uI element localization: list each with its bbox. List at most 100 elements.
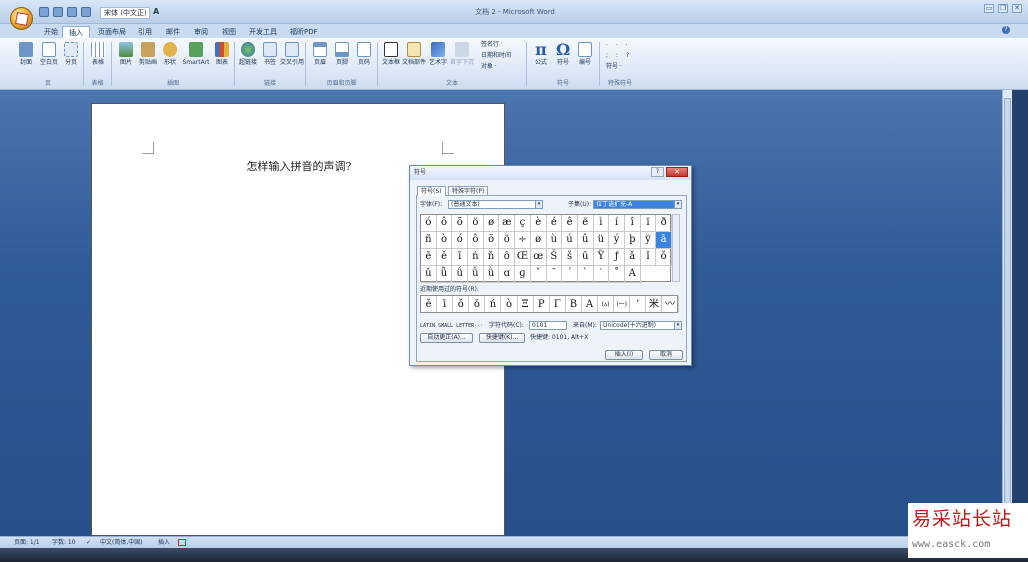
picture-button[interactable]: 图片 (114, 41, 138, 75)
symbol-grid-scrollbar[interactable] (672, 214, 680, 282)
table-button[interactable]: 表格 (86, 41, 110, 75)
chart-button[interactable]: 图表 (210, 41, 234, 75)
symbol-cell[interactable]: õ (452, 215, 469, 232)
symbol-cell[interactable]: ÿ (640, 232, 657, 249)
dialog-close-button[interactable]: ✕ (666, 167, 688, 177)
drop-cap-button[interactable]: 首字下沉 (450, 41, 474, 75)
signature-line-button[interactable]: 签名行 · (481, 41, 503, 49)
recent-symbol-cell[interactable]: ě (421, 296, 438, 312)
symbol-cell[interactable]: ï (640, 215, 657, 232)
shapes-button[interactable]: 形状 (158, 41, 182, 75)
blank-page-button[interactable]: 空白页 (37, 41, 61, 75)
recent-symbol-cell[interactable]: ī (437, 296, 454, 312)
close-window-button[interactable]: ✕ (1012, 4, 1022, 13)
help-icon[interactable]: ? (1002, 26, 1010, 34)
symbol-cell[interactable]: ë (577, 215, 594, 232)
text-box-button[interactable]: 文本框 (379, 41, 403, 75)
symbol-cell[interactable]: ø (483, 215, 500, 232)
symbol-cell[interactable]: ÷ (515, 232, 531, 249)
special-symbols-row[interactable]: · · · (606, 42, 631, 50)
insert-mode-indicator[interactable]: 插入 (158, 539, 170, 547)
symbol-cell[interactable]: ˇ (530, 266, 547, 283)
special-symbols-row-2[interactable]: ; : ? (606, 52, 632, 60)
restore-button[interactable]: ❐ (998, 4, 1008, 13)
symbol-cell[interactable]: œ (530, 249, 547, 266)
symbol-cell[interactable]: ǎ (624, 249, 641, 266)
symbol-cell[interactable]: ˊ (562, 266, 578, 283)
font-select[interactable]: (普通文本) ▾ (448, 200, 543, 209)
font-color-icon[interactable]: A (153, 7, 163, 19)
wordart-button[interactable]: 艺术字 (426, 41, 450, 75)
insert-button[interactable]: 插入(I) (605, 350, 643, 360)
symbol-cell[interactable]: ö (499, 232, 516, 249)
recent-symbol-cell[interactable]: Β (566, 296, 582, 312)
symbol-cell[interactable]: ˚ (609, 266, 625, 283)
symbol-cell[interactable]: ɑ (499, 266, 516, 283)
recent-symbol-cell[interactable]: Α (582, 296, 599, 312)
equation-button[interactable]: π 公式 (529, 41, 553, 75)
symbol-cell[interactable]: ī (452, 249, 469, 266)
symbol-cell[interactable]: ˉ (546, 266, 563, 283)
symbol-cell[interactable]: ǔ (421, 266, 437, 283)
header-button[interactable]: 页眉 (308, 41, 332, 75)
character-code-input[interactable]: 0101 (529, 321, 567, 330)
symbol-cell[interactable]: ˋ (577, 266, 594, 283)
symbol-cell[interactable]: õ (483, 232, 500, 249)
symbol-cell[interactable]: ó (452, 232, 469, 249)
symbol-cell[interactable]: ø (530, 232, 547, 249)
cancel-button[interactable]: 取消 (649, 350, 683, 360)
clip-art-button[interactable]: 剪贴画 (136, 41, 160, 75)
recent-symbol-cell[interactable]: Γ (550, 296, 566, 312)
symbol-cell[interactable]: ð (656, 215, 672, 232)
scrollbar-thumb[interactable] (1004, 98, 1011, 528)
tab-insert[interactable]: 插入 (62, 26, 90, 38)
quick-parts-button[interactable]: 文档部件 (402, 41, 426, 75)
vertical-scrollbar[interactable] (1002, 90, 1012, 536)
bookmark-button[interactable]: 书签 (258, 41, 282, 75)
recent-symbol-cell[interactable]: 〰 (662, 296, 679, 312)
symbol-cell[interactable]: í (609, 215, 625, 232)
symbol-cell[interactable]: þ (624, 232, 641, 249)
recent-symbol-cell[interactable]: (一) (614, 296, 631, 312)
symbol-cell[interactable]: ū (577, 249, 594, 266)
recent-symbol-cell[interactable]: ’ (630, 296, 647, 312)
tab-page-layout[interactable]: 页面布局 (98, 26, 126, 38)
numbering-button[interactable]: 编号 (573, 41, 597, 75)
date-time-button[interactable]: 日期和时间 (481, 52, 511, 60)
symbol-cell[interactable]: ç (515, 215, 531, 232)
symbol-cell[interactable]: û (577, 232, 594, 249)
symbol-cell[interactable]: Œ (515, 249, 531, 266)
cover-page-button[interactable]: 封面 (14, 41, 38, 75)
tab-foxit-pdf[interactable]: 福昕PDF (290, 26, 318, 38)
symbol-button[interactable]: Ω 符号 (551, 41, 575, 75)
subset-select[interactable]: 拉丁语扩充-A ▾ (593, 200, 682, 209)
cross-reference-button[interactable]: 交叉引用 (280, 41, 304, 75)
symbol-cell[interactable]: è (530, 215, 547, 232)
page-break-button[interactable]: 分页 (59, 41, 83, 75)
recent-symbol-cell[interactable]: ò (501, 296, 518, 312)
save-icon[interactable] (39, 7, 49, 17)
tab-view[interactable]: 视图 (222, 26, 236, 38)
symbol-cell[interactable]: ü (593, 232, 610, 249)
symbol-cell[interactable]: æ (499, 215, 516, 232)
smartart-button[interactable]: SmartArt (181, 41, 211, 75)
from-select[interactable]: Unicode(十六进制) ▾ (600, 321, 682, 330)
macro-record-icon[interactable] (178, 539, 186, 546)
symbol-cell[interactable]: š (562, 249, 578, 266)
tab-home[interactable]: 开始 (44, 26, 58, 38)
symbol-cell[interactable]: ǘ (452, 266, 469, 283)
tab-symbols[interactable]: 符号(S) (417, 186, 446, 196)
symbol-cell[interactable]: ɡ (515, 266, 531, 283)
symbol-cell[interactable]: Ÿ (593, 249, 610, 266)
recent-symbol-cell[interactable]: Ρ (534, 296, 550, 312)
symbol-cell[interactable]: ƒ (609, 249, 625, 266)
recent-symbol-cell[interactable]: ǒ (453, 296, 470, 312)
footer-button[interactable]: 页脚 (330, 41, 354, 75)
dialog-titlebar[interactable]: 符号 ? ✕ (410, 166, 691, 180)
symbol-cell[interactable]: ǚ (468, 266, 484, 283)
symbol-cell[interactable]: ǐ (640, 249, 657, 266)
symbol-cell[interactable]: ě (436, 249, 453, 266)
symbol-cell[interactable]: ň (483, 249, 500, 266)
object-button[interactable]: 对象 · (481, 63, 497, 71)
recent-symbol-cell[interactable]: Ξ (518, 296, 534, 312)
